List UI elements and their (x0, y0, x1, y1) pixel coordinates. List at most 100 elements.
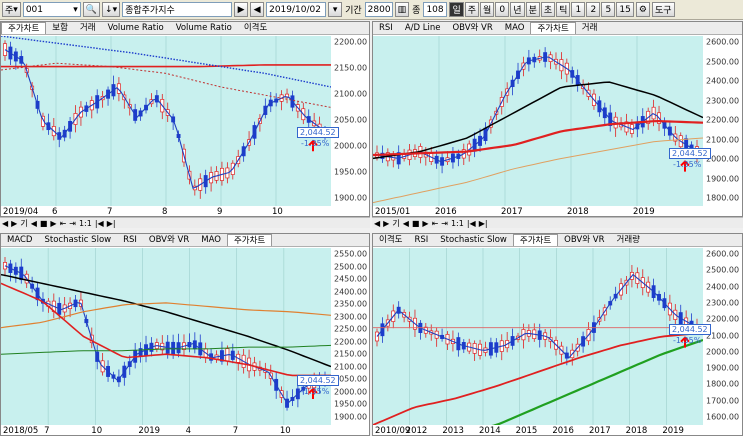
count-input[interactable]: 108 (423, 2, 448, 17)
nav-label[interactable]: 기 (20, 218, 27, 229)
interval-tab[interactable]: 2 (586, 2, 601, 17)
scroll-right-icon[interactable]: ▶ (11, 219, 17, 228)
interval-tab[interactable]: 5 (601, 2, 616, 17)
indicator-tab[interactable]: Volume Ratio (102, 22, 170, 34)
price-plot[interactable] (373, 248, 703, 425)
scroll-right-icon[interactable]: ▶ (383, 219, 389, 228)
change-percent: -1.35% (673, 159, 702, 169)
x-tick-label: 2019/04 (3, 207, 39, 217)
indicator-tab[interactable]: 거래 (74, 22, 102, 34)
indicator-tab[interactable]: 이격도 (238, 22, 273, 34)
price-axis: 2550.00 2500.00 2450.00 2400.00 2350.00 2300.… (331, 248, 369, 425)
interval-tab[interactable]: 15 (616, 2, 634, 17)
zoom-label[interactable]: 1:1 (451, 219, 464, 228)
indicator-tab[interactable]: 보합 (46, 22, 74, 34)
moving-average-line (373, 137, 703, 204)
interval-tab[interactable]: 주 (464, 2, 480, 17)
last-icon[interactable]: ▶| (107, 219, 116, 228)
indicator-tab[interactable]: Stochastic Slow (38, 234, 117, 246)
indicator-tab[interactable]: A/D Line (399, 22, 447, 34)
y-tick-label: 2100.00 (706, 331, 740, 340)
interval-tab[interactable]: 1 (571, 2, 586, 17)
chart-type-icon[interactable]: ▥ (394, 2, 410, 17)
indicator-tab[interactable]: RSI (373, 22, 399, 34)
interval-tab[interactable]: 틱 (556, 2, 571, 17)
play-icon[interactable]: ▶ (422, 219, 428, 228)
interval-tab[interactable]: 초 (540, 2, 556, 17)
prev-icon[interactable]: ◀ (31, 219, 37, 228)
price-axis: 2200.00 2150.00 2100.00 2050.00 2000.00 1950.… (331, 36, 369, 206)
price-axis: 2600.00 2500.00 2400.00 2300.00 2200.00 2100.… (703, 248, 742, 425)
y-tick-label: 2000.00 (334, 387, 368, 397)
indicator-tab[interactable]: OBV와 VR (446, 22, 498, 34)
y-tick-label: 2200.00 (706, 115, 740, 125)
interval-tab[interactable]: 분 (525, 2, 540, 17)
sort-icon[interactable]: ↓▾ (102, 2, 121, 17)
indicator-tab[interactable]: 주가차트 (530, 22, 576, 34)
market-select[interactable]: 주 ▾ (2, 2, 21, 17)
date-input[interactable]: 2019/10/02 (266, 2, 327, 17)
indicator-tab[interactable]: MAO (195, 234, 227, 246)
indicator-tab[interactable]: 주가차트 (226, 234, 273, 246)
indicator-tab[interactable]: 주가차트 (1, 22, 47, 34)
interval-tab[interactable]: 년 (510, 2, 525, 17)
zoom-in-icon[interactable]: ⇥ (69, 219, 76, 228)
settings-icon[interactable]: ⚙ (635, 2, 650, 17)
y-tick-label: 2500.00 (706, 57, 740, 66)
scroll-left-icon[interactable]: ◀ (2, 219, 8, 228)
y-tick-label: 2550.00 (334, 249, 368, 259)
y-tick-label: 2400.00 (706, 282, 740, 292)
zoom-label[interactable]: 1:1 (79, 219, 92, 228)
indicator-tab[interactable]: 거래 (576, 22, 604, 34)
search-icon[interactable]: 🔍 (82, 2, 101, 17)
last-icon[interactable]: ▶| (479, 219, 488, 228)
indicator-tab[interactable]: RSI (117, 234, 143, 246)
indicator-tab[interactable]: 주가차트 (512, 234, 559, 246)
price-plot[interactable] (1, 36, 331, 206)
back-icon[interactable]: ◀ (250, 2, 265, 17)
period-label: 기간 (345, 6, 362, 16)
scroll-left-icon[interactable]: ◀ (374, 219, 380, 228)
tools-label: 도구 (654, 6, 672, 16)
price-plot[interactable] (373, 36, 703, 206)
code-input[interactable]: 001 ▾ (22, 2, 81, 17)
prev-icon[interactable]: ▶ (234, 2, 249, 17)
indicator-tab[interactable]: Volume Ratio (170, 22, 238, 34)
period-input[interactable]: 2800 (364, 2, 393, 17)
x-tick-label: 2017 (501, 207, 523, 217)
tools-button[interactable]: 도구 (651, 2, 675, 17)
indicator-tab[interactable]: 거래량 (611, 234, 646, 246)
y-tick-label: 2450.00 (334, 274, 368, 284)
indicator-tab[interactable]: MACD (1, 234, 38, 246)
indicator-tab[interactable]: MAO (499, 22, 531, 34)
zoom-out-icon[interactable]: ⇤ (432, 219, 439, 228)
interval-tabs: 일 주 월 0 년 분 초 틱 1 2 5 15 (449, 2, 634, 17)
interval-tab[interactable]: 일 (449, 2, 464, 17)
change-percent: -1.35% (673, 335, 702, 345)
indicator-tab[interactable]: Stochastic Slow (434, 234, 513, 246)
zoom-in-icon[interactable]: ⇥ (441, 219, 448, 228)
indicator-tabs: RSI A/D Line OBV와 VR MAO 주가차트 거래 (373, 22, 742, 35)
indicator-tab[interactable]: OBV와 VR (558, 234, 610, 246)
nav-label[interactable]: 기 (392, 218, 399, 229)
calendar-icon[interactable]: ▾ (328, 2, 343, 17)
first-icon[interactable]: |◀ (95, 219, 104, 228)
x-tick-label: 2014 (479, 426, 501, 436)
indicator-tab[interactable]: OBV와 VR (143, 234, 195, 246)
x-tick-label: 2016 (435, 207, 457, 217)
price-plot[interactable] (1, 248, 331, 425)
indicator-tab[interactable]: RSI (408, 234, 434, 246)
interval-tab[interactable]: 0 (495, 2, 510, 17)
prev-icon[interactable]: ◀ (403, 219, 409, 228)
indicator-tab[interactable]: 이격도 (373, 234, 408, 246)
first-icon[interactable]: |◀ (467, 219, 476, 228)
x-tick-label: 2018 (625, 426, 648, 436)
y-tick-label: 2400.00 (706, 76, 740, 86)
moving-average-line (373, 119, 703, 157)
interval-tab[interactable]: 월 (480, 2, 495, 17)
stop-icon[interactable]: ■ (412, 219, 420, 228)
stop-icon[interactable]: ■ (40, 219, 48, 228)
y-tick-label: 1800.00 (706, 379, 740, 389)
play-icon[interactable]: ▶ (50, 219, 56, 228)
zoom-out-icon[interactable]: ⇤ (60, 219, 67, 228)
